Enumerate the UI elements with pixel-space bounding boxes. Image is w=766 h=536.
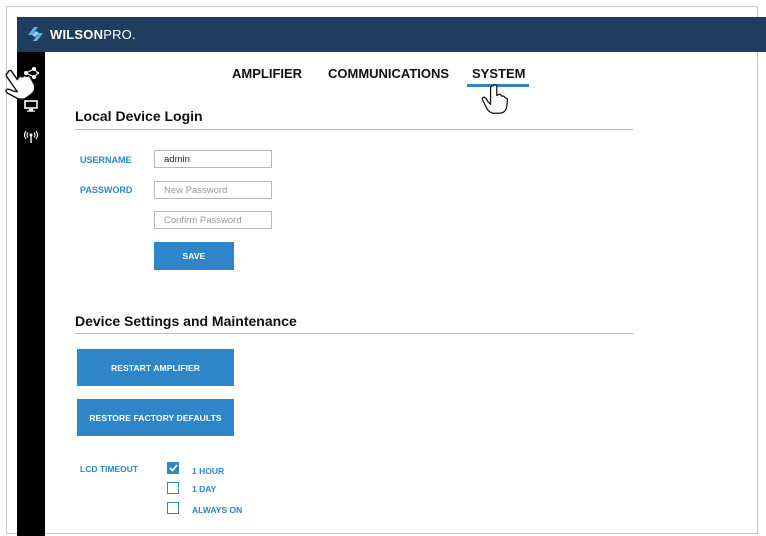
lcd-always-on-label: ALWAYS ON [192,505,243,515]
restore-factory-defaults-button[interactable]: RESTORE FACTORY DEFAULTS [77,399,234,436]
top-bar: WILSON PRO. [17,17,766,52]
lcd-1-hour-label: 1 HOUR [192,466,225,476]
brand-logo: WILSON PRO. [27,26,136,42]
wilson-logo-icon [28,27,43,41]
tab-system[interactable]: SYSTEM [472,66,525,81]
sidebar [17,52,45,536]
antenna-broadcast-icon[interactable] [17,130,45,144]
new-password-input[interactable] [154,181,272,199]
brand-name-bold: WILSON [50,26,104,42]
save-button[interactable]: SAVE [154,242,234,270]
maintenance-divider [75,333,633,334]
tab-communications[interactable]: COMMUNICATIONS [328,66,449,81]
lcd-1-day-label: 1 DAY [192,484,217,494]
lcd-always-on-checkbox[interactable] [167,502,179,514]
main-tabs: AMPLIFIER COMMUNICATIONS SYSTEM [0,66,766,86]
lcd-1-hour-checkbox[interactable] [167,462,179,474]
username-label: USERNAME [80,155,132,165]
login-section-title: Local Device Login [75,108,203,124]
checkmark-icon [168,464,178,472]
tab-amplifier[interactable]: AMPLIFIER [232,66,302,81]
login-divider [75,129,633,130]
brand-name-light: PRO. [103,26,136,42]
password-label: PASSWORD [80,185,133,195]
hand-pointer-icon [481,84,509,114]
username-input[interactable] [154,150,272,168]
restart-amplifier-button[interactable]: RESTART AMPLIFIER [77,349,234,386]
lcd-timeout-label: LCD TIMEOUT [80,464,139,474]
maintenance-section-title: Device Settings and Maintenance [75,313,297,329]
confirm-password-input[interactable] [154,211,272,229]
lcd-1-day-checkbox[interactable] [167,482,179,494]
